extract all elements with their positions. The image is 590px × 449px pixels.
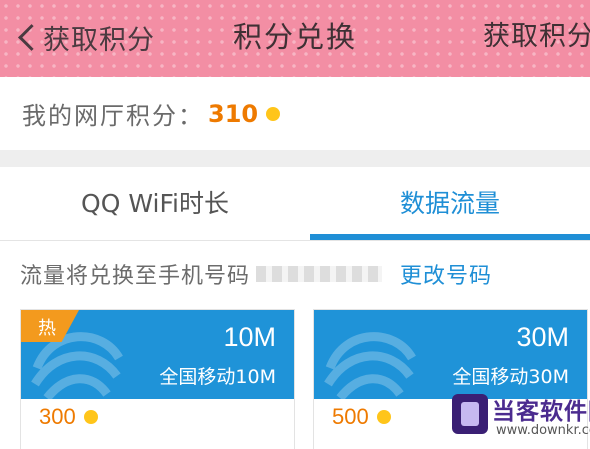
package-cost: 300: [39, 402, 98, 432]
package-card-10m[interactable]: 10M 全国移动10M 热 300: [20, 309, 295, 449]
points-row: 我的网厅积分： 310: [0, 77, 590, 150]
notice-text: 流量将兑换至手机号码: [20, 264, 251, 289]
tab-data-traffic[interactable]: 数据流量: [310, 167, 590, 240]
tab-qq-wifi[interactable]: QQ WiFi时长: [0, 167, 310, 240]
package-size: 30M: [516, 322, 569, 352]
masked-phone-number: [256, 266, 383, 282]
change-number-link[interactable]: 更改号码: [400, 258, 492, 290]
tab-bar: QQ WiFi时长 数据流量: [0, 167, 590, 241]
package-description: 全国移动10M: [159, 366, 276, 388]
app-header: 获取积分 积分兑换 获取积分: [0, 0, 590, 77]
hot-badge-label: 热: [38, 318, 56, 339]
watermark-name: 当客软件园: [492, 399, 590, 425]
watermark-url: www.downkr.com: [496, 423, 590, 438]
coin-icon: [376, 410, 391, 424]
package-cost-value: 300: [39, 404, 76, 429]
phone-notice: 流量将兑换至手机号码 更改号码: [0, 241, 590, 307]
card-banner: 30M 全国移动30M: [314, 310, 587, 399]
points-label: 我的网厅积分：: [22, 102, 204, 130]
active-tab-indicator: [310, 234, 590, 240]
package-cost-value: 500: [332, 404, 369, 429]
section-divider: [0, 150, 590, 167]
package-description: 全国移动30M: [452, 366, 569, 388]
watermark-logo-icon: [452, 394, 488, 434]
coin-icon: [266, 106, 281, 121]
site-watermark: 当客软件园 www.downkr.com: [448, 392, 590, 446]
china-mobile-logo-icon: [324, 332, 416, 399]
points-value: 310: [208, 99, 259, 128]
package-cost: 500: [332, 402, 391, 432]
get-points-link[interactable]: 获取积分: [483, 14, 590, 60]
coin-icon: [83, 410, 98, 424]
package-size: 10M: [223, 322, 276, 352]
